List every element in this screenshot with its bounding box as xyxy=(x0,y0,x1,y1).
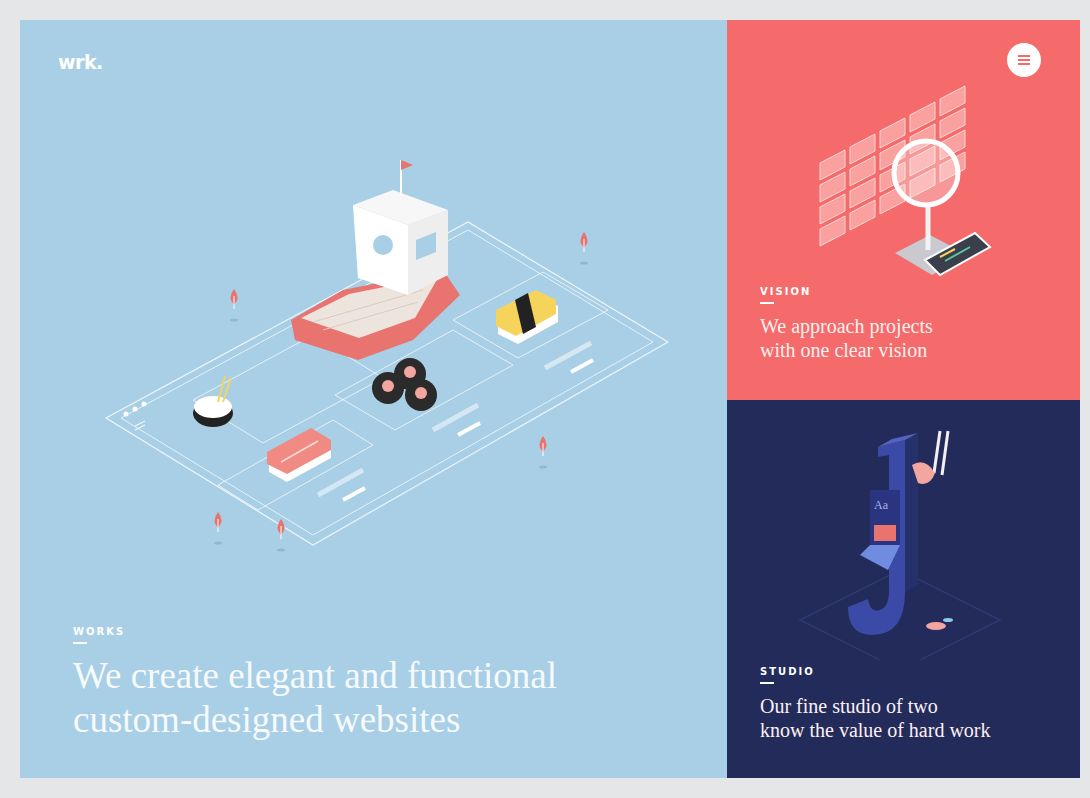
side-column: VISION We approach projectswith one clea… xyxy=(727,20,1080,778)
sushi-boat-icon xyxy=(83,140,683,560)
works-panel[interactable]: wrk. WORKS We create elegant and functio… xyxy=(20,20,727,778)
works-caption: WORKS We create elegant and functionalcu… xyxy=(73,626,707,742)
letter-j-icon: Aa xyxy=(727,410,1080,660)
tree-icon xyxy=(214,512,222,545)
page: wrk. WORKS We create elegant and functio… xyxy=(0,0,1090,798)
tree-icon xyxy=(230,289,238,322)
label-underline xyxy=(760,682,774,684)
rice-bowl-icon xyxy=(193,376,233,427)
studio-caption: STUDIO Our fine studio of twoknow the va… xyxy=(760,666,1060,742)
maki-icon xyxy=(372,358,437,411)
label-underline xyxy=(73,642,87,644)
logo[interactable]: wrk. xyxy=(58,50,707,74)
hamburger-icon xyxy=(1018,55,1030,65)
studio-illustration: Aa xyxy=(727,400,1080,660)
vision-panel[interactable]: VISION We approach projectswith one clea… xyxy=(727,20,1080,400)
section-label: VISION xyxy=(760,286,1060,298)
studio-panel[interactable]: Aa STUDIO Our fine studio of twoknow the… xyxy=(727,400,1080,778)
section-label: STUDIO xyxy=(760,666,1060,678)
menu-button[interactable] xyxy=(1007,43,1041,77)
label-underline xyxy=(760,302,774,304)
typeface-sample: Aa xyxy=(874,498,889,512)
boat-icon xyxy=(291,160,460,360)
salmon-nigiri-icon xyxy=(267,428,331,482)
works-headline: We create elegant and functionalcustom-d… xyxy=(73,654,707,742)
tree-icon xyxy=(277,519,285,552)
tree-icon xyxy=(580,232,588,265)
section-label: WORKS xyxy=(73,626,707,638)
tamago-sushi-icon xyxy=(496,290,558,344)
works-illustration xyxy=(58,74,707,626)
studio-text: Our fine studio of twoknow the value of … xyxy=(760,694,1060,742)
landing-page: wrk. WORKS We create elegant and functio… xyxy=(20,20,1080,778)
vision-text: We approach projectswith one clear visio… xyxy=(760,314,1060,362)
vision-caption: VISION We approach projectswith one clea… xyxy=(760,286,1060,362)
tree-icon xyxy=(539,436,547,469)
